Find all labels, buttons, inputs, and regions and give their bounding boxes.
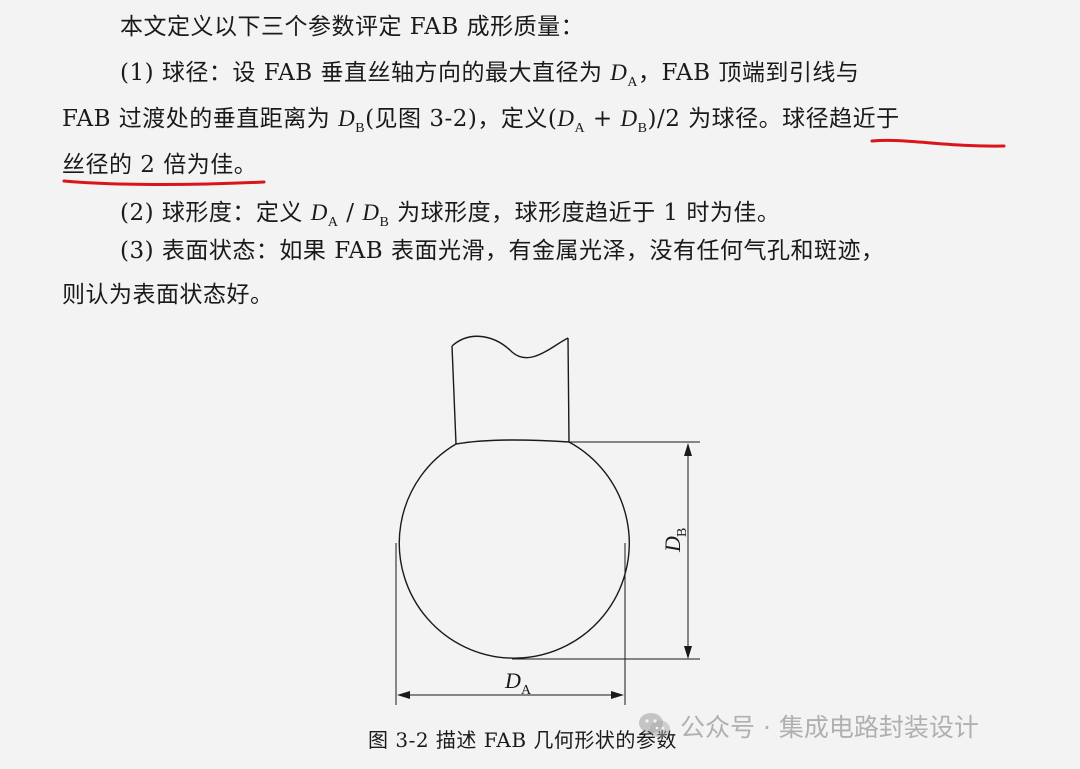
- watermark: 公众号 · 集成电路封装设计: [638, 708, 979, 744]
- fab-geometry-figure: D B D A: [395, 335, 700, 705]
- ball-neck: [455, 439, 570, 445]
- wechat-icon: [639, 713, 670, 738]
- db-arrow-bottom: [684, 646, 692, 659]
- wire-right-edge: [567, 337, 570, 443]
- wire-top-edge: [451, 335, 569, 359]
- wire-left-edge: [451, 345, 457, 445]
- db-label-sub: B: [675, 528, 690, 537]
- ball-outline: [398, 441, 630, 659]
- da-label: D: [504, 668, 521, 693]
- da-label-sub: A: [521, 683, 532, 698]
- db-label: D: [660, 536, 685, 553]
- db-arrow-top: [684, 443, 692, 456]
- figure-caption: 图 3-2 描述 FAB 几何形状的参数: [368, 728, 677, 752]
- da-arrow-left: [397, 691, 410, 699]
- watermark-text: 公众号 · 集成电路封装设计: [680, 713, 979, 742]
- da-arrow-right: [611, 691, 624, 699]
